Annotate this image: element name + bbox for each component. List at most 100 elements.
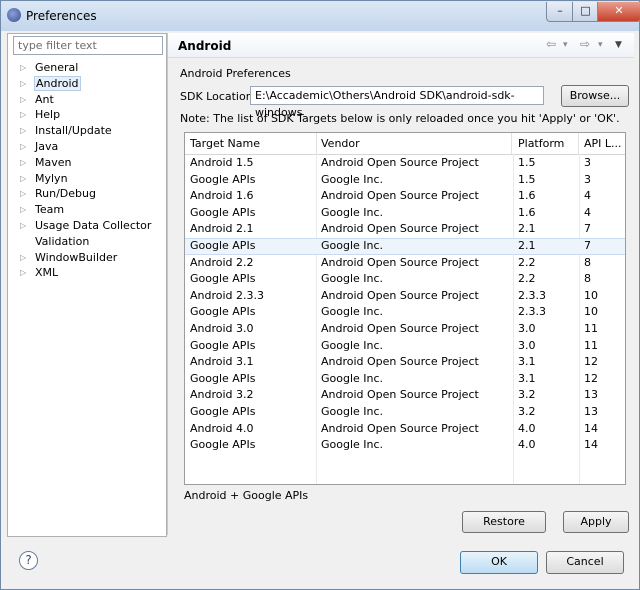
tree-item-windowbuilder[interactable]: ▷ WindowBuilder bbox=[8, 250, 166, 266]
table-row[interactable]: Android 2.3.3 Android Open Source Project… bbox=[185, 288, 625, 305]
platform-cell: 1.6 bbox=[518, 205, 536, 219]
vendor-cell: Google Inc. bbox=[321, 371, 384, 385]
table-row[interactable]: Google APIs Google Inc. 4.0 14 bbox=[185, 437, 625, 454]
target-name-cell: Android 1.5 bbox=[190, 156, 254, 169]
expand-arrow-icon[interactable]: ▷ bbox=[20, 265, 26, 281]
table-row[interactable]: Google APIs Google Inc. 3.1 12 bbox=[185, 371, 625, 388]
tree-item-label: Usage Data Collector bbox=[35, 218, 152, 232]
tree-item-java[interactable]: ▷ Java bbox=[8, 139, 166, 155]
platform-cell: 2.3.3 bbox=[518, 288, 546, 302]
api-level-cell: 8 bbox=[584, 255, 591, 269]
tree-item-label: Install/Update bbox=[35, 124, 112, 138]
tree-item-general[interactable]: ▷ General bbox=[8, 60, 166, 76]
browse-button[interactable]: Browse... bbox=[561, 85, 629, 107]
api-level-cell: 4 bbox=[584, 205, 591, 219]
api-level-cell: 4 bbox=[584, 189, 591, 203]
table-row[interactable]: Google APIs Google Inc. 2.3.3 10 bbox=[185, 304, 625, 321]
close-button[interactable]: ✕ bbox=[597, 2, 640, 22]
title-bar[interactable]: Preferences – □ ✕ bbox=[1, 1, 640, 31]
sdk-location-input[interactable]: E:\Accademic\Others\Android SDK\android-… bbox=[250, 86, 544, 119]
column-api-level[interactable]: API L... bbox=[579, 133, 624, 154]
vendor-cell: Google Inc. bbox=[321, 239, 384, 252]
reload-note: Note: The list of SDK Targets below is o… bbox=[180, 112, 620, 125]
vendor-cell: Android Open Source Project bbox=[321, 355, 479, 369]
preference-tree-panel: type filter text ▷ General ▷ Android ▷ Ant ▷ He… bbox=[7, 33, 167, 537]
filter-input[interactable]: type filter text bbox=[13, 36, 163, 55]
table-row[interactable]: Google APIs Google Inc. 3.2 13 bbox=[185, 404, 625, 421]
expand-arrow-icon[interactable]: ▷ bbox=[20, 60, 26, 76]
tree-item-ant[interactable]: ▷ Ant bbox=[8, 92, 166, 108]
table-row[interactable]: Google APIs Google Inc. 2.2 8 bbox=[185, 271, 625, 288]
expand-arrow-icon[interactable]: ▷ bbox=[20, 186, 26, 202]
table-row[interactable]: Android 3.1 Android Open Source Project 3.… bbox=[185, 354, 625, 371]
expand-arrow-icon[interactable]: ▷ bbox=[20, 76, 26, 92]
table-row[interactable]: Android 2.2 Android Open Source Project 2.… bbox=[185, 255, 625, 272]
column-platform[interactable]: Platform bbox=[513, 133, 579, 154]
tree-item-validation[interactable]: Validation bbox=[8, 234, 166, 250]
table-row[interactable]: Android 3.0 Android Open Source Project 3.… bbox=[185, 321, 625, 338]
platform-cell: 3.0 bbox=[518, 338, 536, 352]
platform-cell: 2.1 bbox=[518, 222, 536, 236]
table-row[interactable]: Android 3.2 Android Open Source Project 3.… bbox=[185, 387, 625, 404]
help-icon[interactable]: ? bbox=[19, 551, 38, 570]
cancel-button[interactable]: Cancel bbox=[546, 551, 624, 574]
table-row[interactable]: Android 1.6 Android Open Source Project 1.… bbox=[185, 188, 625, 205]
forward-arrow-icon[interactable]: ⇨ bbox=[580, 37, 590, 51]
tree-item-help[interactable]: ▷ Help bbox=[8, 107, 166, 123]
restore-defaults-button[interactable]: Restore Defaults bbox=[462, 511, 546, 548]
table-row[interactable]: Google APIs Google Inc. 2.1 7 bbox=[185, 238, 625, 255]
column-target-name[interactable]: Target Name bbox=[185, 133, 317, 154]
vendor-cell: Android Open Source Project bbox=[321, 189, 479, 203]
table-row[interactable]: Android 2.1 Android Open Source Project 2.… bbox=[185, 221, 625, 238]
expand-arrow-icon[interactable]: ▷ bbox=[20, 155, 26, 171]
expand-arrow-icon[interactable]: ▷ bbox=[20, 92, 26, 108]
tree-item-label: Validation bbox=[35, 234, 90, 248]
target-description: Android + Google APIs bbox=[184, 489, 309, 502]
view-menu-icon[interactable]: ▼ bbox=[615, 40, 622, 50]
forward-menu-icon[interactable]: ▾ bbox=[598, 40, 603, 50]
expand-arrow-icon[interactable]: ▷ bbox=[20, 218, 26, 234]
target-name-cell: Android 3.1 bbox=[190, 355, 254, 369]
table-row[interactable]: Android 1.5 Android Open Source Project 1.… bbox=[185, 155, 625, 172]
platform-cell: 4.0 bbox=[518, 438, 536, 452]
tree-item-usage-data-collector[interactable]: ▷ Usage Data Collector bbox=[8, 218, 166, 234]
expand-arrow-icon[interactable]: ▷ bbox=[20, 250, 26, 266]
tree-item-android[interactable]: ▷ Android bbox=[8, 75, 166, 92]
window-title: Preferences bbox=[26, 9, 97, 23]
apply-button[interactable]: Apply bbox=[563, 511, 629, 533]
back-arrow-icon[interactable]: ⇦ bbox=[546, 37, 556, 51]
tree-item-label: Java bbox=[35, 139, 59, 153]
tree-item-install-update[interactable]: ▷ Install/Update bbox=[8, 123, 166, 139]
tree-item-team[interactable]: ▷ Team bbox=[8, 202, 166, 218]
target-name-cell: Android 2.3.3 bbox=[190, 288, 265, 302]
table-row[interactable]: Android 4.0 Android Open Source Project 4.… bbox=[185, 421, 625, 438]
tree-item-label: Maven bbox=[35, 155, 72, 169]
vendor-cell: Android Open Source Project bbox=[321, 288, 479, 302]
platform-cell: 2.3.3 bbox=[518, 305, 546, 319]
page-header: Android ⇦ ▾ ⇨ ▾ ▼ bbox=[168, 33, 634, 58]
expand-arrow-icon[interactable]: ▷ bbox=[20, 107, 26, 123]
tree-item-label: Team bbox=[35, 203, 65, 217]
tree-item-mylyn[interactable]: ▷ Mylyn bbox=[8, 171, 166, 187]
table-row[interactable]: Google APIs Google Inc. 1.6 4 bbox=[185, 205, 625, 222]
tree-item-label: General bbox=[35, 61, 79, 74]
tree-item-run-debug[interactable]: ▷ Run/Debug bbox=[8, 186, 166, 202]
tree-item-xml[interactable]: ▷ XML bbox=[8, 265, 166, 281]
table-row[interactable]: Google APIs Google Inc. 3.0 11 bbox=[185, 338, 625, 355]
platform-cell: 3.1 bbox=[518, 371, 536, 385]
maximize-button[interactable]: □ bbox=[572, 2, 599, 22]
minimize-button[interactable]: – bbox=[546, 2, 574, 22]
ok-button[interactable]: OK bbox=[460, 551, 538, 574]
tree-item-label: Android bbox=[34, 75, 81, 91]
tree-item-label: Help bbox=[35, 108, 61, 122]
tree-item-maven[interactable]: ▷ Maven bbox=[8, 155, 166, 171]
column-vendor[interactable]: Vendor bbox=[316, 133, 512, 154]
preference-tree: ▷ General ▷ Android ▷ Ant ▷ Help ▷ Install/Update… bbox=[8, 60, 166, 281]
table-row[interactable]: Google APIs Google Inc. 1.5 3 bbox=[185, 172, 625, 189]
expand-arrow-icon[interactable]: ▷ bbox=[20, 202, 26, 218]
expand-arrow-icon[interactable]: ▷ bbox=[20, 123, 26, 139]
api-level-cell: 13 bbox=[584, 405, 598, 418]
expand-arrow-icon[interactable]: ▷ bbox=[20, 139, 26, 155]
expand-arrow-icon[interactable]: ▷ bbox=[20, 171, 26, 187]
back-menu-icon[interactable]: ▾ bbox=[563, 40, 568, 50]
